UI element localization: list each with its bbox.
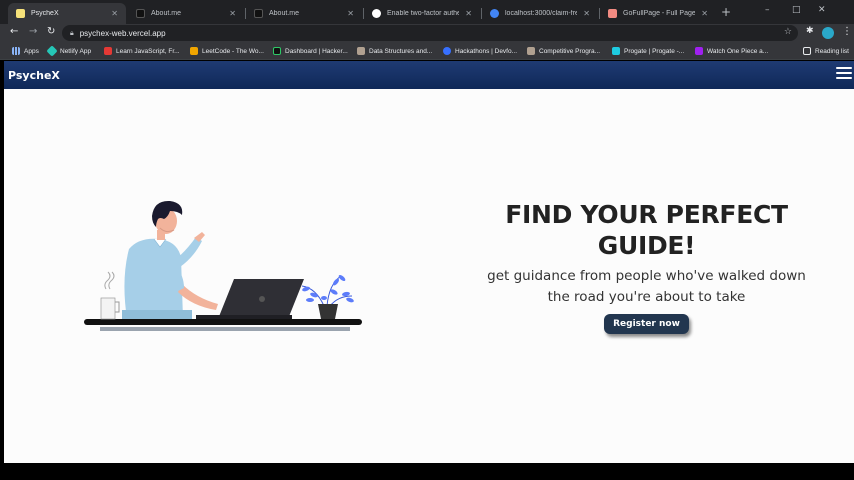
bookmark-label: Progate | Progate -... [624, 47, 685, 55]
tab-gofullpage[interactable]: GoFullPage - Full Page Scre... ✕ [600, 3, 716, 24]
hero-section: FIND YOUR PERFECT GUIDE! get guidance fr… [4, 89, 854, 463]
bookmark-leetcode[interactable]: LeetCode - The Wo... [190, 45, 264, 57]
bookmark-apps[interactable]: Apps [12, 45, 39, 57]
address-bar[interactable]: 🔒︎ psychex-web.vercel.app ☆ [62, 25, 798, 41]
bookmarks-bar: Apps Netlify App Learn JavaScript, Fr...… [0, 42, 854, 60]
tab-favicon [136, 9, 145, 18]
bookmark-label: Watch One Piece a... [707, 47, 769, 55]
puzzle-icon[interactable]: ✱ [806, 26, 814, 36]
camera-icon [608, 9, 617, 18]
brand-logo[interactable]: PsycheX [8, 69, 60, 82]
close-icon[interactable]: ✕ [347, 9, 354, 18]
coffee-mug-icon [100, 271, 120, 320]
kebab-menu-icon[interactable]: ⋮ [842, 26, 852, 37]
tab-title: About.me [269, 10, 299, 17]
tab-about-me-2[interactable]: About.me ✕ [246, 3, 362, 24]
close-window-button[interactable]: ✕ [818, 5, 826, 15]
hero-title: FIND YOUR PERFECT GUIDE! [505, 200, 788, 260]
bookmark-competitive[interactable]: Competitive Progra... [527, 45, 600, 57]
avatar[interactable] [822, 27, 834, 39]
codechef-icon [357, 47, 365, 55]
apps-grid-icon [12, 47, 20, 55]
bookmark-hackathons[interactable]: Hackathons | Devfo... [443, 45, 517, 57]
bookmark-netlify[interactable]: Netlify App [46, 45, 92, 57]
leetcode-icon [190, 47, 198, 55]
hamburger-menu-icon[interactable] [836, 67, 852, 81]
hero-subtitle: get guidance from people who've walked d… [487, 268, 806, 305]
tab-about-me[interactable]: About.me ✕ [128, 3, 244, 24]
laptop-icon [196, 279, 304, 319]
reading-list[interactable]: Reading list [803, 45, 849, 57]
browser-toolbar: ← → ↻ 🔒︎ psychex-web.vercel.app ☆ ✱ ⋮ [0, 24, 854, 42]
bookmark-label: Dashboard | Hacker... [285, 47, 348, 55]
tab-title: About.me [151, 10, 181, 17]
bookmark-label: Data Structures and... [369, 47, 433, 55]
hero-illustration [84, 200, 362, 331]
tab-psychex[interactable]: PsycheX ✕ [8, 3, 126, 24]
bookmark-one-piece[interactable]: Watch One Piece a... [695, 45, 768, 57]
minimize-button[interactable]: – [765, 5, 770, 15]
reading-list-icon [803, 47, 811, 55]
bookmark-data-structures[interactable]: Data Structures and... [357, 45, 432, 57]
bookmark-learn-js[interactable]: Learn JavaScript, Fr... [104, 45, 180, 57]
netlify-icon [46, 45, 58, 57]
plant-icon [301, 275, 354, 319]
window-bottom-edge [0, 463, 854, 480]
hero-text-block: FIND YOUR PERFECT GUIDE! get guidance fr… [484, 199, 809, 334]
scrimba-icon [104, 47, 112, 55]
bookmark-label: LeetCode - The Wo... [202, 47, 264, 55]
close-icon[interactable]: ✕ [229, 9, 236, 18]
tab-title: localhost:3000/claim-free-... [505, 10, 578, 17]
bookmark-label: Apps [24, 47, 39, 55]
lock-icon: 🔒︎ [70, 28, 74, 37]
tab-github[interactable]: Enable two-factor authenti... ✕ [364, 3, 480, 24]
github-icon [372, 9, 381, 18]
site-navbar: PsycheX [4, 61, 854, 89]
star-icon[interactable]: ☆ [784, 27, 792, 37]
tab-favicon [16, 9, 25, 18]
person-figure [122, 200, 218, 319]
bookmark-label: Hackathons | Devfo... [455, 47, 518, 55]
close-icon[interactable]: ✕ [583, 9, 590, 18]
anime-icon [695, 47, 703, 55]
back-arrow-icon[interactable]: ← [10, 26, 18, 37]
bookmark-hackerrank[interactable]: Dashboard | Hacker... [273, 45, 348, 57]
close-icon[interactable]: ✕ [111, 9, 118, 18]
codechef-icon [527, 47, 535, 55]
register-button[interactable]: Register now [604, 314, 689, 334]
hackerrank-icon [273, 47, 281, 55]
forward-arrow-icon[interactable]: → [29, 26, 37, 37]
close-icon[interactable]: ✕ [701, 9, 708, 18]
reading-list-label: Reading list [815, 47, 849, 55]
bookmark-label: Competitive Progra... [539, 47, 601, 55]
tab-favicon [254, 9, 263, 18]
browser-tab-strip: PsycheX ✕ About.me ✕ About.me ✕ Enable t… [0, 0, 854, 24]
bookmark-label: Netlify App [60, 47, 92, 55]
devfolio-icon [443, 47, 451, 55]
new-tab-button[interactable]: + [721, 5, 731, 19]
tab-title: PsycheX [31, 10, 59, 17]
maximize-button[interactable]: □ [792, 5, 801, 15]
bookmark-progate[interactable]: Progate | Progate -... [612, 45, 684, 57]
reload-icon[interactable]: ↻ [47, 26, 55, 37]
bookmark-label: Learn JavaScript, Fr... [116, 47, 180, 55]
close-icon[interactable]: ✕ [465, 9, 472, 18]
globe-icon [490, 9, 499, 18]
address-url[interactable]: psychex-web.vercel.app [80, 29, 166, 38]
tab-localhost[interactable]: localhost:3000/claim-free-... ✕ [482, 3, 598, 24]
tab-title: Enable two-factor authenti... [387, 10, 460, 17]
progate-icon [612, 47, 620, 55]
tab-title: GoFullPage - Full Page Scre... [623, 10, 696, 17]
